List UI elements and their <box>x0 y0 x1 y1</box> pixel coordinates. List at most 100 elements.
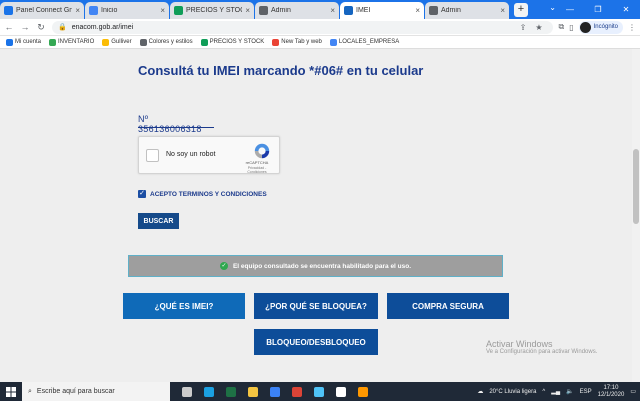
bookmark-item[interactable]: Mi cuenta <box>6 38 42 46</box>
windows-taskbar: ⌕ Escribe aquí para buscar ☁ 20°C Lluvia… <box>0 382 640 401</box>
close-tab-icon[interactable]: × <box>160 6 165 15</box>
photos-icon[interactable] <box>310 384 328 400</box>
bookmark-item[interactable]: Gulliver <box>102 38 132 46</box>
why-blocked-button[interactable]: ¿POR QUÉ SE BLOQUEA? <box>254 293 378 319</box>
back-icon[interactable]: ← <box>4 22 14 32</box>
clock[interactable]: 17:10 12/1/2020 <box>598 385 625 399</box>
menu-icon[interactable]: ⋮ <box>628 23 636 32</box>
page-title: Consultá tu IMEI marcando *#06# en tu ce… <box>138 63 424 78</box>
accept-terms[interactable]: ✓ ACEPTO TERMINOS Y CONDICIONES <box>138 190 267 198</box>
tab-favicon-icon <box>429 6 438 15</box>
share-icon[interactable]: ⇪ <box>520 23 531 32</box>
bookmark-favicon-icon <box>329 38 337 46</box>
weather-icon[interactable]: ☁ <box>477 388 483 395</box>
browser-tab[interactable]: Admin × <box>425 2 509 19</box>
tab-search-icon[interactable]: ⌄ <box>549 3 556 12</box>
browser-toolbar: ← → ↻ 🔒 enacom.gob.ar/imei ⇪ ★ ⧉ ▯ Incóg… <box>0 19 640 36</box>
edge-icon[interactable] <box>200 384 218 400</box>
tab-title: Admin <box>441 7 461 14</box>
bookmark-item[interactable]: PRECIOS Y STOCK <box>200 38 264 46</box>
captcha-terms-link[interactable]: Privacidad - Condiciones <box>239 166 275 174</box>
avatar <box>579 21 591 33</box>
close-tab-icon[interactable]: × <box>415 6 420 15</box>
language-indicator[interactable]: ESP <box>580 389 592 395</box>
network-icon[interactable]: ▂▄ <box>551 388 560 395</box>
close-window-button[interactable]: ✕ <box>612 0 640 19</box>
windows-logo-icon <box>6 386 16 397</box>
browser-tab[interactable]: Admin × <box>255 2 339 19</box>
weather-text[interactable]: 20°C Lluvia ligera <box>489 389 536 395</box>
browser-tab[interactable]: PRECIOS Y STOCK GN× <box>170 2 254 19</box>
mail-icon[interactable] <box>332 384 350 400</box>
result-message: El equipo consultado se encuentra habili… <box>232 262 412 270</box>
scrollbar-thumb[interactable] <box>633 149 639 224</box>
bookmark-favicon-icon <box>200 38 208 46</box>
taskbar-search-placeholder: Escribe aquí para buscar <box>36 388 115 395</box>
app-icon[interactable] <box>354 384 372 400</box>
tab-title: PRECIOS Y STOCK GN <box>186 7 242 14</box>
imei-input[interactable]: Nº 356136006318 <box>138 114 214 134</box>
start-button[interactable] <box>0 382 22 401</box>
bookmark-item[interactable]: Colores y estilos <box>139 38 193 46</box>
close-tab-icon[interactable]: × <box>75 6 80 15</box>
tab-favicon-icon <box>89 6 98 15</box>
page-content: Consultá tu IMEI marcando *#06# en tu ce… <box>0 49 632 382</box>
notifications-icon[interactable]: ▭ <box>630 388 636 395</box>
browser-tab[interactable]: Panel Connect Gnd × <box>0 2 84 19</box>
what-is-imei-button[interactable]: ¿QUÉ ES IMEI? <box>123 293 245 319</box>
captcha-checkbox[interactable] <box>146 149 159 162</box>
minimize-button[interactable]: — <box>556 0 584 19</box>
lock-icon[interactable]: 🔒 <box>58 23 67 31</box>
store-icon[interactable] <box>266 384 284 400</box>
bookmark-item[interactable]: INVENTARIO <box>49 38 94 46</box>
taskbar-apps <box>178 384 372 400</box>
extensions-icon[interactable]: ⧉ <box>559 22 565 32</box>
chrome-icon[interactable] <box>288 384 306 400</box>
close-tab-icon[interactable]: × <box>330 6 335 15</box>
maximize-button[interactable]: ❐ <box>584 0 612 19</box>
window-controls: — ❐ ✕ <box>556 0 640 19</box>
activate-windows-watermark: Activar Windows Ve a Configuración para … <box>486 339 598 355</box>
new-tab-button[interactable]: + <box>514 3 528 17</box>
browser-tab[interactable]: IMEI × <box>340 2 424 19</box>
search-icon: ⌕ <box>28 387 32 395</box>
block-unblock-button[interactable]: BLOQUEO/DESBLOQUEO <box>254 329 378 355</box>
page-scrollbar[interactable] <box>632 49 640 382</box>
tab-favicon-icon <box>4 6 13 15</box>
bookmark-label: Mi cuenta <box>15 39 42 45</box>
close-tab-icon[interactable]: × <box>500 6 505 15</box>
bookmark-favicon-icon <box>49 38 57 46</box>
url-text[interactable]: enacom.gob.ar/imei <box>72 24 515 31</box>
safe-purchase-button[interactable]: COMPRA SEGURA <box>387 293 509 319</box>
tab-strip: Panel Connect Gnd×Inicio×PRECIOS Y STOCK… <box>0 0 640 19</box>
file-explorer-icon[interactable] <box>244 384 262 400</box>
bookmarks-bar: Mi cuenta INVENTARIO Gulliver Colores y est… <box>0 36 640 49</box>
bookmark-item[interactable]: LOCALES_EMPRESA <box>329 38 399 46</box>
sidebar-icon[interactable]: ▯ <box>569 23 573 32</box>
tab-title: Panel Connect Gnd <box>16 7 73 14</box>
close-tab-icon[interactable]: × <box>245 6 250 15</box>
tab-title: IMEI <box>356 7 371 14</box>
recaptcha-widget: No soy un robot reCAPTCHA Privacidad - C… <box>138 136 280 174</box>
address-bar[interactable]: 🔒 enacom.gob.ar/imei ⇪ ★ <box>52 20 553 34</box>
bookmark-star-icon[interactable]: ★ <box>535 23 546 32</box>
forward-icon[interactable]: → <box>20 22 30 32</box>
tab-favicon-icon <box>174 6 183 15</box>
excel-icon[interactable] <box>222 384 240 400</box>
bookmark-favicon-icon <box>102 38 110 46</box>
search-button[interactable]: BUSCAR <box>138 213 179 229</box>
task-view-icon[interactable] <box>178 384 196 400</box>
bookmark-label: Gulliver <box>111 39 132 45</box>
tray-chevron-icon[interactable]: ^ <box>542 389 545 395</box>
taskbar-search[interactable]: ⌕ Escribe aquí para buscar <box>22 382 170 401</box>
profile-button[interactable]: Incógnito <box>578 20 623 34</box>
browser-tab[interactable]: Inicio × <box>85 2 169 19</box>
tab-favicon-icon <box>344 6 353 15</box>
tab-title: Admin <box>271 7 291 14</box>
bookmark-item[interactable]: New Tab y web <box>272 38 322 46</box>
volume-icon[interactable]: 🔈 <box>566 388 573 395</box>
captcha-label: No soy un robot <box>166 151 216 158</box>
reload-icon[interactable]: ↻ <box>36 22 46 33</box>
accept-terms-label: ACEPTO TERMINOS Y CONDICIONES <box>150 190 267 198</box>
accept-terms-checkbox[interactable]: ✓ <box>138 190 146 198</box>
